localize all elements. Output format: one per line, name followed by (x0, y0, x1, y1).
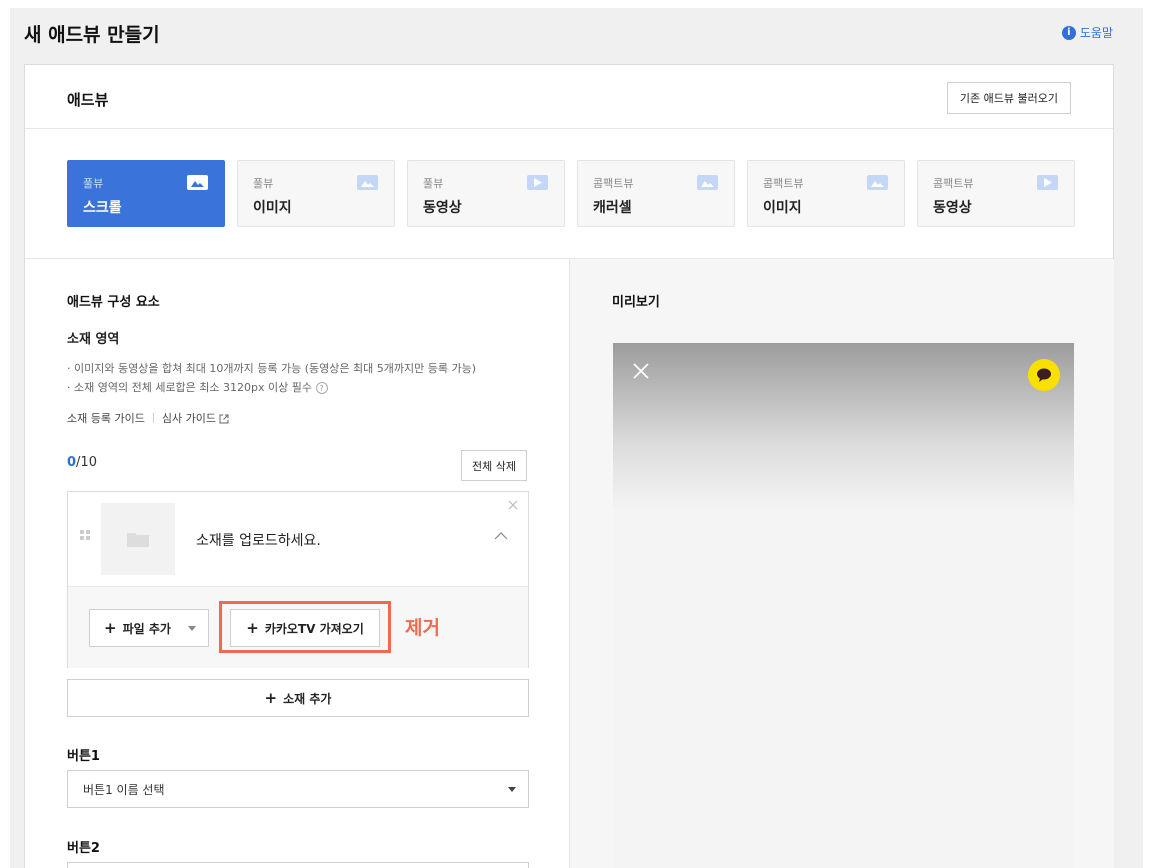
type-name: 스크롤 (83, 200, 122, 216)
type-card-compact-carousel[interactable]: 콤팩트뷰 캐러셀 (577, 160, 735, 227)
page-title: 새 애드뷰 만들기 (24, 24, 160, 46)
type-card-compact-image[interactable]: 콤팩트뷰 이미지 (747, 160, 905, 227)
image-icon (867, 175, 888, 190)
button1-select-value: 버튼1 이름 선택 (83, 782, 165, 797)
question-icon[interactable]: ? (315, 382, 328, 394)
help-label: 도움말 (1079, 26, 1113, 40)
divider (25, 128, 1113, 129)
add-asset-label: 소재 추가 (283, 691, 332, 706)
drag-handle-icon[interactable] (80, 530, 90, 540)
components-title: 애드뷰 구성 요소 (67, 295, 160, 310)
section-title: 애드뷰 (67, 91, 109, 109)
asset-count-current: 0 (67, 455, 77, 470)
add-asset-button[interactable]: + 소재 추가 (67, 679, 529, 717)
type-name: 캐러셀 (593, 200, 632, 216)
type-card-fullview-image[interactable]: 풀뷰 이미지 (237, 160, 395, 227)
preview-pane: 미리보기 (569, 259, 1114, 868)
upload-prompt: 소재를 업로드하세요. (196, 533, 321, 549)
annotation-remove-label: 제거 (405, 617, 440, 639)
chevron-up-icon[interactable] (494, 530, 508, 540)
review-guide-link[interactable]: 심사 가이드 (162, 410, 230, 426)
asset-notes: · 이미지와 동영상을 합쳐 최대 10개까지 등록 가능 (동영상은 최대 5… (67, 359, 476, 397)
asset-count-total: /10 (76, 455, 97, 470)
add-file-dropdown[interactable]: + 파일 추가 (89, 609, 209, 647)
preview-title: 미리보기 (612, 295, 660, 310)
preview-screen (613, 343, 1074, 868)
add-file-label: 파일 추가 (122, 621, 171, 636)
button2-title: 버튼2 (67, 841, 100, 856)
adview-card: 애드뷰 기존 애드뷰 불러오기 풀뷰 스크롤 풀뷰 이미지 풀뷰 동영상 콤팩트… (24, 64, 1114, 868)
load-existing-button[interactable]: 기존 애드뷰 불러오기 (946, 82, 1071, 114)
adview-type-list: 풀뷰 스크롤 풀뷰 이미지 풀뷰 동영상 콤팩트뷰 캐러셀 콤팩트뷰 이미지 콤… (67, 160, 1075, 227)
close-icon[interactable] (631, 361, 651, 381)
note-line: · 이미지와 동영상을 합쳐 최대 10개까지 등록 가능 (동영상은 최대 5… (67, 362, 476, 375)
image-icon (357, 175, 378, 190)
plus-icon: + (104, 619, 117, 637)
review-guide-label: 심사 가이드 (161, 412, 216, 425)
type-name: 동영상 (423, 200, 462, 216)
plus-icon: + (264, 689, 278, 707)
type-card-fullview-scroll[interactable]: 풀뷰 스크롤 (67, 160, 225, 227)
note-line-with-help: · 소재 영역의 전체 세로합은 최소 3120px 이상 필수 ? (67, 378, 476, 397)
separator (152, 413, 154, 423)
kakao-talk-icon (1028, 359, 1060, 391)
delete-all-button[interactable]: 전체 삭제 (461, 450, 527, 481)
video-icon (1037, 175, 1058, 190)
image-icon (187, 175, 208, 190)
external-link-icon (219, 414, 229, 424)
caret-down-icon (188, 626, 196, 631)
caret-down-icon (508, 787, 516, 792)
type-name: 이미지 (763, 200, 802, 216)
folder-icon (127, 533, 149, 547)
type-card-fullview-video[interactable]: 풀뷰 동영상 (407, 160, 565, 227)
button1-title: 버튼1 (67, 749, 100, 764)
button2-name-select[interactable] (67, 862, 529, 868)
help-link[interactable]: i 도움말 (1061, 24, 1113, 41)
type-name: 동영상 (933, 200, 972, 216)
asset-count: 0/10 (67, 455, 97, 470)
asset-thumbnail (101, 503, 175, 575)
annotation-highlight-box (219, 601, 391, 653)
button1-name-select[interactable]: 버튼1 이름 선택 (67, 770, 529, 808)
register-guide-link[interactable]: 소재 등록 가이드 (67, 410, 145, 426)
image-icon (697, 175, 718, 190)
type-card-compact-video[interactable]: 콤팩트뷰 동영상 (917, 160, 1075, 227)
info-icon: i (1061, 25, 1076, 40)
type-name: 이미지 (253, 200, 292, 216)
note-line: · 소재 영역의 전체 세로합은 최소 3120px 이상 필수 (67, 381, 312, 394)
video-icon (527, 175, 548, 190)
close-icon[interactable] (508, 500, 518, 510)
asset-area-title: 소재 영역 (67, 332, 120, 347)
guide-links: 소재 등록 가이드 심사 가이드 (67, 410, 229, 426)
